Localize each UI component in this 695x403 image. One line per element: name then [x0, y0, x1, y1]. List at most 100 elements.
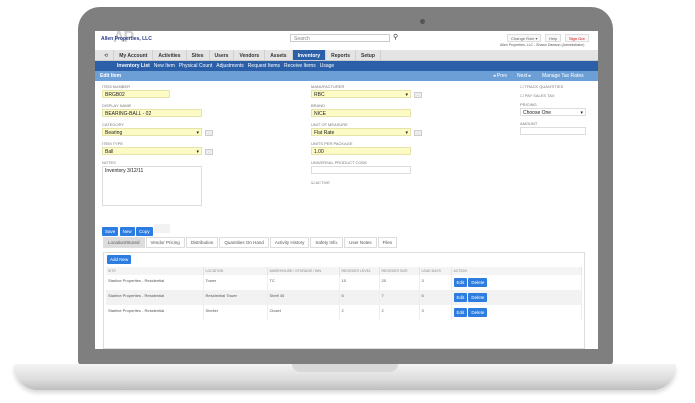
- pricing-label: PRICING: [520, 102, 537, 107]
- sign-out-button[interactable]: Sign Out: [565, 34, 589, 42]
- help-button[interactable]: Help: [545, 34, 562, 42]
- uom-add-button[interactable]: ..: [414, 130, 422, 136]
- subnav-new-item[interactable]: New Item: [152, 61, 177, 71]
- action-cell: Edit Delete: [451, 290, 582, 305]
- delete-button[interactable]: Delete: [468, 308, 488, 317]
- tab-vendor-pricing[interactable]: Vendor Pricing: [145, 237, 185, 248]
- chevron-down-icon: ▾: [405, 130, 408, 136]
- action-buttons: Save New Copy: [102, 224, 170, 236]
- col-lead-days[interactable]: LEAD DAYS: [419, 267, 452, 275]
- tab-safety-info[interactable]: Safety Info.: [310, 237, 344, 248]
- table-cell: 5: [419, 290, 452, 305]
- tab-distribution[interactable]: Distribution: [185, 237, 219, 248]
- col-reorder-size[interactable]: REORDER SIZE: [379, 267, 420, 275]
- edit-button[interactable]: Edit: [453, 308, 468, 317]
- col-reorder-level[interactable]: REORDER LEVEL: [339, 267, 380, 275]
- edit-title: Edit Item: [100, 73, 122, 79]
- next-link[interactable]: Next ▸: [517, 73, 531, 79]
- item-type-value: Ball: [105, 149, 114, 155]
- col-warehouse[interactable]: WAREHOUSE / STORAGE / BIN: [267, 267, 340, 275]
- delete-button[interactable]: Delete: [468, 278, 488, 287]
- table-row[interactable]: Starline Properties - Residential Residen…: [106, 290, 582, 305]
- nav-setup[interactable]: Setup: [356, 50, 381, 60]
- prev-link[interactable]: ◂ Prev: [493, 73, 507, 79]
- tab-location-stored[interactable]: Location/Stored: [103, 237, 145, 248]
- tab-activity-history[interactable]: Activity History: [269, 237, 310, 248]
- nav-activities[interactable]: Activities: [153, 50, 187, 60]
- category-select[interactable]: Bearing ▾: [102, 128, 202, 136]
- history-icon[interactable]: ⟲: [99, 50, 115, 60]
- new-button[interactable]: New: [119, 227, 135, 236]
- uom-select[interactable]: Flat Rate ▾: [311, 128, 411, 136]
- laptop-base: [14, 364, 676, 390]
- subnav-physical-count[interactable]: Physical Count: [177, 61, 214, 71]
- active-checkbox[interactable]: ☑ ACTIVE: [311, 180, 330, 185]
- disabled-button: [153, 224, 170, 233]
- search-input[interactable]: Search: [290, 34, 390, 42]
- nav-vendors[interactable]: Vendors: [234, 50, 266, 60]
- pricing-select[interactable]: Choose One ▾: [520, 108, 586, 116]
- chevron-down-icon: ▾: [580, 110, 583, 116]
- edit-bar: Edit Item ◂ Prev Next ▸ Manage Tax Rates: [95, 71, 598, 81]
- col-location[interactable]: LOCATION: [203, 267, 268, 275]
- table-cell: 20: [379, 275, 420, 290]
- nav-inventory[interactable]: Inventory: [292, 50, 327, 60]
- notes-textarea[interactable]: Inventory 3/12/11: [102, 166, 202, 206]
- nav-my-account[interactable]: My Account: [114, 50, 154, 60]
- tab-files[interactable]: Files: [377, 237, 398, 248]
- table-cell: 10: [339, 275, 380, 290]
- subnav-inventory-list[interactable]: Inventory List: [115, 61, 152, 71]
- table-cell: Tower: [203, 275, 268, 290]
- amount-input[interactable]: [520, 127, 586, 135]
- upc-input[interactable]: [311, 166, 411, 174]
- logo[interactable]: Allen Properties, LLC: [101, 36, 152, 42]
- col-site[interactable]: SITE: [106, 267, 204, 275]
- brand-label: BRAND: [311, 103, 326, 108]
- nav-sites[interactable]: Sites: [187, 50, 210, 60]
- pay-tax-label: PAY SALES TAX: [524, 93, 555, 98]
- table-cell: Starline Properties - Residential: [106, 275, 204, 290]
- subnav-receive-items[interactable]: Receive Items: [282, 61, 318, 71]
- search-icon[interactable]: ⚲: [393, 33, 398, 41]
- table-cell: Residential Tower: [203, 290, 268, 305]
- brand-input[interactable]: NICE: [311, 109, 411, 117]
- table-cell: 3: [419, 305, 452, 320]
- manufacturer-value: RBC: [314, 92, 325, 98]
- subnav-usage[interactable]: Usage: [318, 61, 336, 71]
- manufacturer-select[interactable]: RBC ▾: [311, 90, 411, 98]
- table-row[interactable]: Starline Properties - Residential Shelter…: [106, 305, 582, 320]
- save-button[interactable]: Save: [102, 227, 119, 236]
- add-new-button[interactable]: Add New: [107, 255, 132, 264]
- detail-tabs: Location/Stored Vendor Pricing Distribut…: [103, 237, 398, 248]
- manage-tax-rates-link[interactable]: Manage Tax Rates: [542, 73, 584, 79]
- edit-button[interactable]: Edit: [453, 293, 468, 302]
- subnav-request-items[interactable]: Request Items: [246, 61, 282, 71]
- nav-assets[interactable]: Assets: [265, 50, 293, 60]
- amount-label: AMOUNT: [520, 121, 538, 126]
- tab-quantities-on-hand[interactable]: Quantities On Hand: [219, 237, 269, 248]
- user-info: Allen Properties, LLC - Shawn Dawson (Ad…: [500, 43, 585, 47]
- pay-sales-tax-checkbox[interactable]: ☐ PAY SALES TAX: [520, 93, 555, 98]
- copy-button[interactable]: Copy: [136, 227, 153, 236]
- upp-input[interactable]: 1.00: [311, 147, 411, 155]
- table-row[interactable]: Starline Properties - Residential Tower TC…: [106, 275, 582, 290]
- item-number-input[interactable]: BRGB02: [102, 90, 170, 98]
- table-cell: Starline Properties - Residential: [106, 305, 204, 320]
- category-add-button[interactable]: ..: [205, 130, 213, 136]
- manufacturer-add-button[interactable]: ..: [414, 92, 422, 98]
- action-cell: Edit Delete: [451, 275, 582, 290]
- edit-button[interactable]: Edit: [453, 278, 468, 287]
- item-type-add-button[interactable]: ..: [205, 149, 213, 155]
- track-quantities-checkbox[interactable]: ☐ TRACK QUANTITIES: [520, 84, 563, 89]
- table-cell: 3: [419, 275, 452, 290]
- change-role-button[interactable]: Change Role ▾: [507, 34, 542, 42]
- subnav-adjustments[interactable]: Adjustments: [214, 61, 246, 71]
- item-type-select[interactable]: Ball ▾: [102, 147, 202, 155]
- display-name-input[interactable]: BEARING-BALL - 02: [102, 109, 202, 117]
- pricing-value: Choose One: [523, 110, 552, 116]
- table-cell: Starline Properties - Residential: [106, 290, 204, 305]
- tab-user-notes[interactable]: User Notes: [344, 237, 377, 248]
- nav-reports[interactable]: Reports: [326, 50, 357, 60]
- delete-button[interactable]: Delete: [468, 293, 488, 302]
- nav-users[interactable]: Users: [210, 50, 235, 60]
